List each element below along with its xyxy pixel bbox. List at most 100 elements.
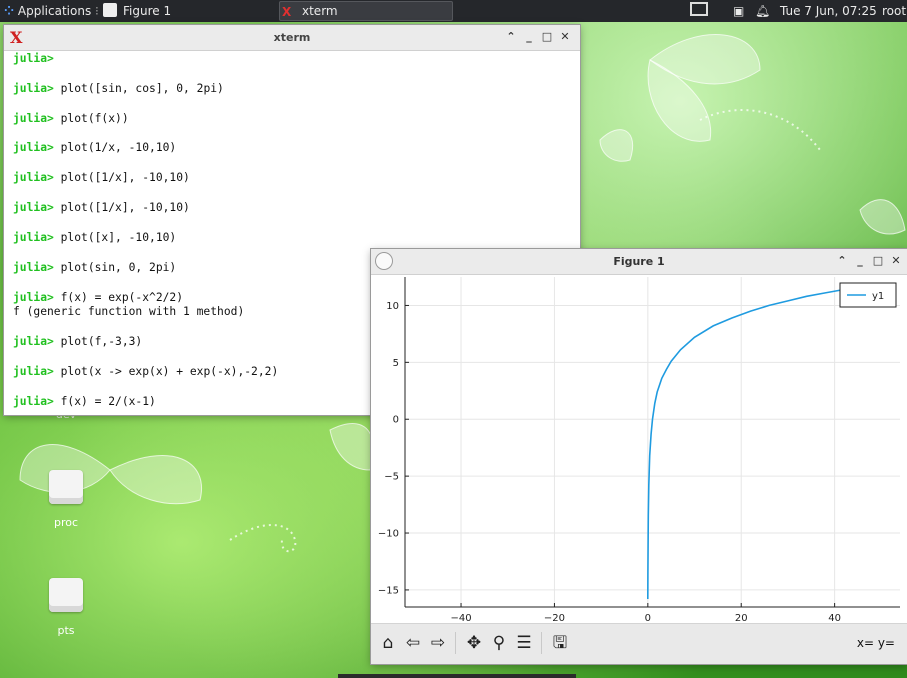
xterm-app-icon: X xyxy=(282,5,292,19)
taskbar-item-label: Figure 1 xyxy=(123,4,172,18)
drive-icon xyxy=(49,470,83,504)
close-button[interactable]: ✕ xyxy=(558,29,572,45)
julia-prompt: julia> xyxy=(13,111,54,125)
chevron-up-icon[interactable]: ⌃ xyxy=(835,253,849,269)
desktop-icon-proc[interactable]: proc xyxy=(46,470,86,529)
terminal-line: julia> plot(f(x)) xyxy=(13,112,574,127)
julia-prompt: julia> xyxy=(13,335,54,349)
configure-subplots-icon[interactable]: ☰ xyxy=(513,631,535,655)
terminal-line: julia> plot([1/x], -10,10) xyxy=(13,201,574,216)
figure-title: Figure 1 xyxy=(613,255,665,268)
terminal-line xyxy=(13,67,574,82)
minimize-button[interactable]: _ xyxy=(522,29,536,45)
terminal-text: plot(sin, 0, 2pi) xyxy=(53,260,177,274)
legend-label: y1 xyxy=(872,291,884,302)
julia-prompt: julia> xyxy=(13,365,54,379)
terminal-text: f (generic function with 1 method) xyxy=(13,305,245,319)
y-tick-label: 0 xyxy=(393,415,399,426)
top-panel: ⁘ Applications ⁝ Figure 1 Xxterm ▣ 🔔︎ Tu… xyxy=(0,0,907,22)
drive-icon xyxy=(49,578,83,612)
user-menu[interactable]: root xyxy=(882,0,906,22)
y-tick-label: 5 xyxy=(393,358,399,369)
terminal-line: julia> plot(1/x, -10,10) xyxy=(13,141,574,156)
separator-icon: ⁝ xyxy=(95,4,99,18)
close-button[interactable]: ✕ xyxy=(889,253,903,269)
figure-toolbar: ⌂ ⇦ ⇨ ✥ ⚲ ☰ 🖫 x= y= xyxy=(371,623,907,664)
terminal-text: f(x) = exp(-x^2/2) xyxy=(53,290,184,304)
julia-prompt: julia> xyxy=(13,290,54,304)
applications-menu[interactable]: ⁘ Applications ⁝ xyxy=(4,0,99,22)
chevron-up-icon[interactable]: ⌃ xyxy=(504,29,518,45)
y-tick-label: −15 xyxy=(378,585,399,596)
y-tick-label: 10 xyxy=(386,301,399,312)
applications-label: Applications xyxy=(17,4,92,18)
coordinate-readout: x= y= xyxy=(856,636,895,650)
terminal-text: plot(f(x)) xyxy=(53,111,129,125)
minimize-button[interactable]: _ xyxy=(853,253,867,269)
julia-prompt: julia> xyxy=(13,230,54,244)
terminal-text: plot(x -> exp(x) + exp(-x),-2,2) xyxy=(53,365,279,379)
terminal-text: plot([x], -10,10) xyxy=(53,230,177,244)
terminal-line: julia> plot([sin, cos], 0, 2pi) xyxy=(13,82,574,97)
figure-app-icon xyxy=(103,3,117,17)
terminal-line xyxy=(13,186,574,201)
terminal-line: julia> xyxy=(13,52,574,67)
battery-icon[interactable]: ▣ xyxy=(733,0,744,22)
back-icon[interactable]: ⇦ xyxy=(402,631,424,655)
save-icon[interactable]: 🖫 xyxy=(549,631,571,655)
terminal-line: julia> plot([x], -10,10) xyxy=(13,231,574,246)
maximize-button[interactable]: □ xyxy=(540,29,554,45)
clock[interactable]: Tue 7 Jun, 07:25 xyxy=(780,0,877,22)
taskbar-strip xyxy=(338,674,576,678)
taskbar-item-figure[interactable]: Figure 1 xyxy=(103,1,273,21)
julia-prompt: julia> xyxy=(13,52,54,65)
terminal-text: f(x) = 2/(x-1) xyxy=(53,394,156,408)
terminal-line xyxy=(13,216,574,231)
y-tick-label: −10 xyxy=(378,529,399,540)
line-chart[interactable]: −40 −20 0 20 40−15−10−50510y1 xyxy=(371,275,907,624)
terminal-line xyxy=(13,97,574,112)
desktop-icon-pts[interactable]: pts xyxy=(46,578,86,637)
pan-icon[interactable]: ✥ xyxy=(463,631,485,655)
julia-prompt: julia> xyxy=(13,260,54,274)
notification-bell-icon[interactable]: 🔔︎ xyxy=(755,0,770,22)
julia-prompt: julia> xyxy=(13,201,54,215)
y-tick-label: −5 xyxy=(384,472,399,483)
terminal-line xyxy=(13,156,574,171)
home-icon[interactable]: ⌂ xyxy=(377,631,399,655)
julia-prompt: julia> xyxy=(13,81,54,95)
figure-window[interactable]: Figure 1 ⌃ _ □ ✕ −40 −20 0 20 40 −15 −10 −5 0 5 10… xyxy=(371,249,907,664)
figure-titlebar[interactable]: Figure 1 ⌃ _ □ ✕ xyxy=(371,249,907,275)
julia-prompt: julia> xyxy=(13,171,54,185)
toolbar-divider xyxy=(455,632,456,654)
taskbar-item-label: xterm xyxy=(302,4,338,18)
plot-background xyxy=(371,275,907,624)
terminal-text: plot([1/x], -10,10) xyxy=(53,171,190,185)
xterm-titlebar[interactable]: X xterm ⌃ _ □ ✕ xyxy=(4,25,580,51)
terminal-text: plot(f,-3,3) xyxy=(53,335,143,349)
display-icon[interactable] xyxy=(690,0,708,22)
zoom-icon[interactable]: ⚲ xyxy=(488,631,510,655)
desktop-icon-label: pts xyxy=(57,624,75,637)
maximize-button[interactable]: □ xyxy=(871,253,885,269)
julia-prompt: julia> xyxy=(13,394,54,408)
applications-icon: ⁘ xyxy=(4,4,15,18)
terminal-text: plot([sin, cos], 0, 2pi) xyxy=(53,81,224,95)
terminal-line: julia> plot([1/x], -10,10) xyxy=(13,171,574,186)
desktop-icon-label: proc xyxy=(53,516,79,529)
julia-prompt: julia> xyxy=(13,141,54,155)
taskbar-item-xterm[interactable]: Xxterm xyxy=(279,1,453,21)
toolbar-divider xyxy=(541,632,542,654)
forward-icon[interactable]: ⇨ xyxy=(427,631,449,655)
